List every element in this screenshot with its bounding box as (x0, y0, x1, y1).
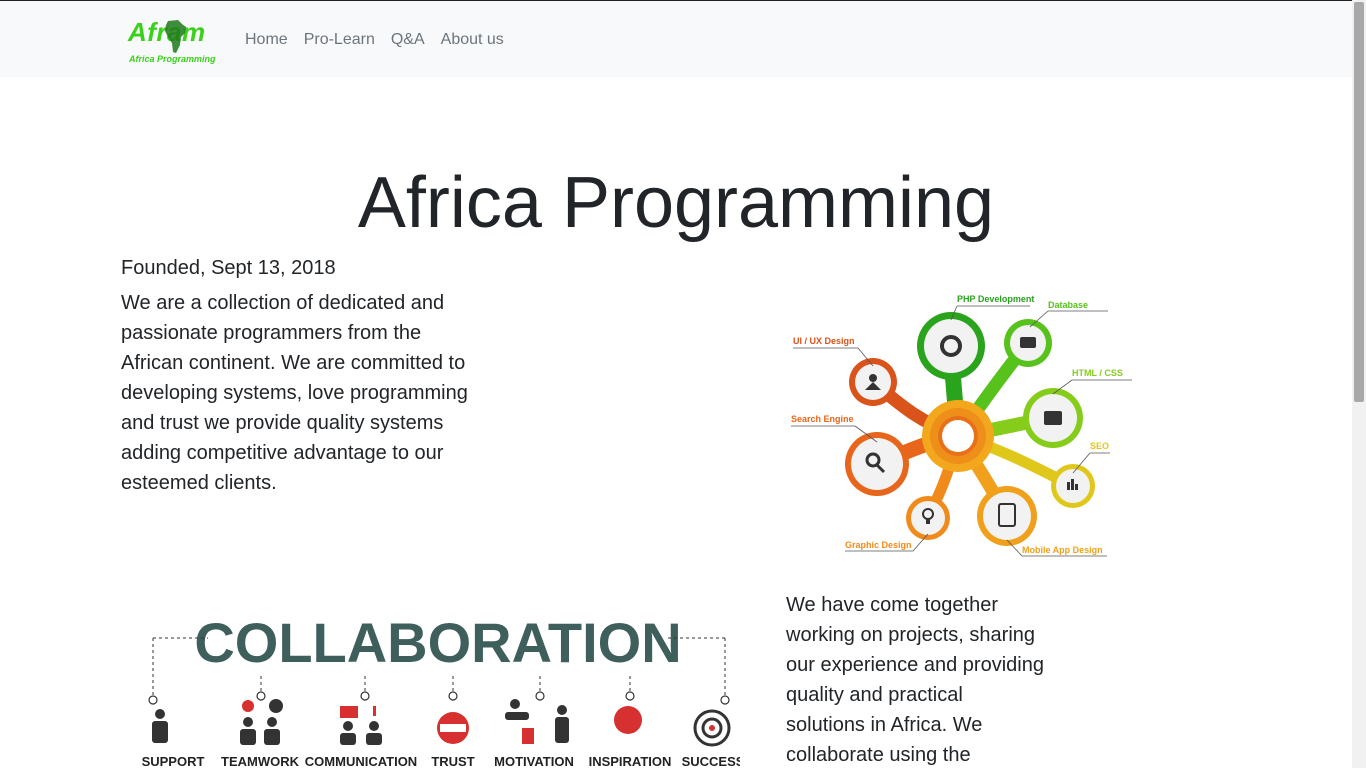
brand-logo[interactable]: Afram Africa Programming (128, 17, 218, 67)
intro-paragraph: We are a collection of dedicated and pas… (121, 292, 468, 494)
scrollbar-thumb[interactable] (1354, 2, 1364, 402)
skill-label: Database (1048, 300, 1088, 310)
skills-graphic: PHP Development Database UI / UX Design … (791, 294, 1132, 557)
nav-links: Home Pro-Learn Q&A About us (245, 30, 520, 50)
collab-item: MOTIVATION (494, 754, 574, 768)
collab-item: INSPIRATION (589, 754, 672, 768)
collab-item: COMMUNICATION (305, 754, 417, 768)
nav-about-us-link[interactable]: About us (441, 30, 504, 50)
page-scrollbar[interactable] (1352, 0, 1366, 768)
collab-item: TRUST (431, 754, 474, 768)
skill-label: PHP Development (957, 294, 1034, 304)
collab-item: SUPPORT (142, 754, 205, 768)
founded-date: Founded, Sept 13, 2018 (121, 257, 336, 279)
navbar: Afram Africa Programming Home Pro-Learn … (0, 1, 1352, 77)
collaboration-paragraph: We have come together working on project… (786, 594, 1044, 766)
skill-label: Search Engine (791, 414, 854, 424)
logo-subtitle: Africa Programming (129, 54, 216, 64)
page-title: Africa Programming (357, 163, 995, 243)
nav-qa-link[interactable]: Q&A (391, 30, 425, 50)
skill-label: UI / UX Design (793, 336, 855, 346)
collaboration-graphic: COLLABORATION SUPPORT TEAMWORK COMMUNICA… (142, 611, 740, 768)
africa-map-icon (165, 20, 186, 53)
nav-home-link[interactable]: Home (245, 30, 288, 50)
nav-pro-learn-link[interactable]: Pro-Learn (304, 30, 375, 50)
skill-label: Graphic Design (845, 540, 912, 550)
collaboration-title: COLLABORATION (194, 611, 681, 674)
skill-label: SEO (1090, 441, 1109, 451)
collab-item: TEAMWORK (221, 754, 300, 768)
skill-label: HTML / CSS (1072, 368, 1123, 378)
skill-label: Mobile App Design (1022, 545, 1103, 555)
collab-item: SUCCESS (682, 754, 740, 768)
